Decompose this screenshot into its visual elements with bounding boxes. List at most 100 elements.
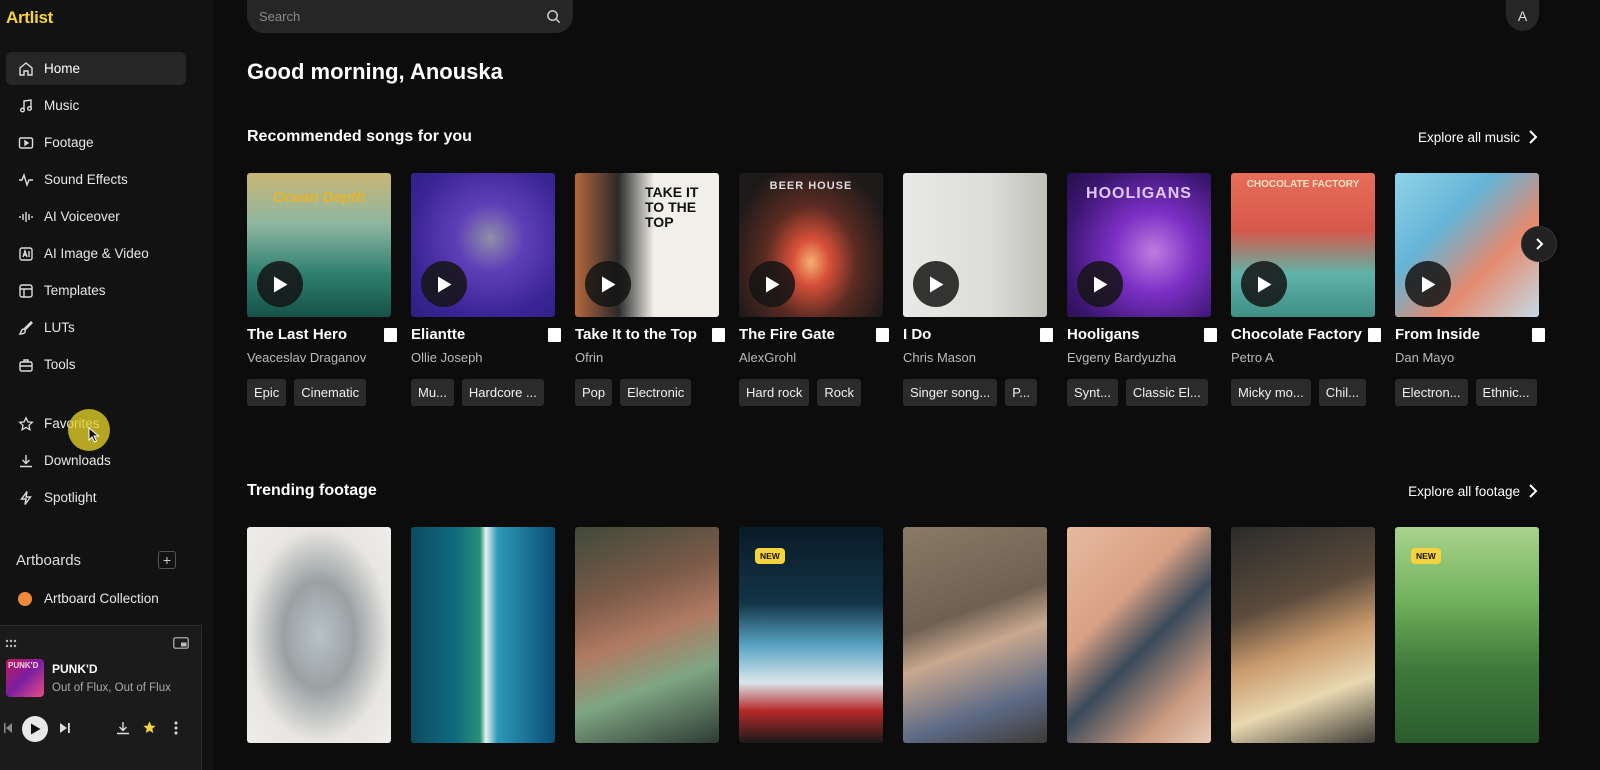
- next-track-icon[interactable]: [60, 722, 70, 734]
- footage-clip[interactable]: NEW: [739, 527, 883, 743]
- song-title[interactable]: From Inside: [1395, 326, 1480, 343]
- footage-clip[interactable]: NEW: [1395, 527, 1539, 743]
- genre-tag[interactable]: Mu...: [411, 379, 454, 406]
- track-title[interactable]: PUNK'D: [52, 662, 98, 676]
- carousel-next-button[interactable]: [1521, 226, 1557, 262]
- song-card[interactable]: Ocean Depth The Last Hero Veaceslav Drag…: [247, 173, 397, 406]
- select-checkbox[interactable]: [548, 328, 561, 342]
- song-title[interactable]: Take It to the Top: [575, 326, 697, 343]
- song-card[interactable]: TAKE IT TO THE TOP Take It to the Top Of…: [575, 173, 725, 406]
- play-pause-button[interactable]: [22, 716, 48, 742]
- select-checkbox[interactable]: [1204, 328, 1217, 342]
- play-button[interactable]: [421, 261, 467, 307]
- drag-grip-icon[interactable]: [5, 639, 17, 648]
- select-checkbox[interactable]: [1040, 328, 1053, 342]
- song-card[interactable]: I Do Chris Mason Singer song... P...: [903, 173, 1053, 406]
- song-title[interactable]: The Fire Gate: [739, 326, 835, 343]
- genre-tag[interactable]: Electron...: [1395, 379, 1468, 406]
- song-title[interactable]: Hooligans: [1067, 326, 1140, 343]
- song-card[interactable]: Eliantte Ollie Joseph Mu... Hardcore ...: [411, 173, 561, 406]
- nav-item-sound-effects[interactable]: Sound Effects: [6, 163, 186, 196]
- song-artist[interactable]: Veaceslav Draganov: [247, 350, 397, 365]
- song-artist[interactable]: AlexGrohl: [739, 350, 889, 365]
- song-artist[interactable]: Chris Mason: [903, 350, 1053, 365]
- explore-all-music-link[interactable]: Explore all music: [1418, 129, 1538, 145]
- genre-tag[interactable]: Chil...: [1318, 379, 1366, 406]
- song-artist[interactable]: Ofrin: [575, 350, 725, 365]
- song-artwork[interactable]: HOOLIGANS: [1067, 173, 1211, 317]
- search-input[interactable]: [259, 9, 546, 24]
- genre-tag[interactable]: P...: [1005, 379, 1038, 406]
- nav-item-spotlight[interactable]: Spotlight: [6, 481, 186, 514]
- nav-item-home[interactable]: Home: [6, 52, 186, 85]
- song-card[interactable]: CHOCOLATE FACTORY Chocolate Factory Petr…: [1231, 173, 1381, 406]
- play-button[interactable]: [1077, 261, 1123, 307]
- play-button[interactable]: [1405, 261, 1451, 307]
- artboard-collection-item[interactable]: Artboard Collection: [18, 591, 159, 606]
- genre-tag[interactable]: Classic El...: [1125, 379, 1208, 406]
- play-button[interactable]: [913, 261, 959, 307]
- genre-tag[interactable]: Singer song...: [903, 379, 998, 406]
- song-card[interactable]: HOOLIGANS Hooligans Evgeny Bardyuzha Syn…: [1067, 173, 1217, 406]
- genre-tag[interactable]: Pop: [575, 379, 613, 406]
- song-artwork[interactable]: CHOCOLATE FACTORY: [1231, 173, 1375, 317]
- footage-clip[interactable]: [903, 527, 1047, 743]
- select-checkbox[interactable]: [712, 328, 725, 342]
- footage-clip[interactable]: [575, 527, 719, 743]
- song-card[interactable]: BEER HOUSE The Fire Gate AlexGrohl Hard …: [739, 173, 889, 406]
- select-checkbox[interactable]: [876, 328, 889, 342]
- song-artwork[interactable]: BEER HOUSE: [739, 173, 883, 317]
- footage-clip[interactable]: [1231, 527, 1375, 743]
- song-title[interactable]: Chocolate Factory: [1231, 326, 1362, 343]
- play-button[interactable]: [585, 261, 631, 307]
- select-checkbox[interactable]: [384, 328, 397, 342]
- song-artist[interactable]: Petro A: [1231, 350, 1381, 365]
- nav-item-ai-voiceover[interactable]: AI Voiceover: [6, 200, 186, 233]
- explore-all-footage-link[interactable]: Explore all footage: [1408, 483, 1538, 499]
- genre-tag[interactable]: Electronic: [620, 379, 692, 406]
- artlist-logo[interactable]: Artlist: [6, 8, 53, 28]
- song-artwork[interactable]: [1395, 173, 1539, 317]
- nav-item-music[interactable]: Music: [6, 89, 186, 122]
- favorite-star-icon[interactable]: [142, 720, 157, 735]
- nav-item-luts[interactable]: LUTs: [6, 311, 186, 344]
- nav-item-footage[interactable]: Footage: [6, 126, 186, 159]
- genre-tag[interactable]: Ethnic...: [1475, 379, 1537, 406]
- song-artist[interactable]: Evgeny Bardyuzha: [1067, 350, 1217, 365]
- nav-item-templates[interactable]: Templates: [6, 274, 186, 307]
- genre-tag[interactable]: Cinematic: [294, 379, 367, 406]
- footage-clip[interactable]: [247, 527, 391, 743]
- song-artist[interactable]: Ollie Joseph: [411, 350, 561, 365]
- song-artwork[interactable]: Ocean Depth: [247, 173, 391, 317]
- genre-tag[interactable]: Hard rock: [739, 379, 810, 406]
- select-checkbox[interactable]: [1368, 328, 1381, 342]
- song-title[interactable]: Eliantte: [411, 326, 465, 343]
- play-button[interactable]: [749, 261, 795, 307]
- nav-item-tools[interactable]: Tools: [6, 348, 186, 381]
- picture-in-picture-icon[interactable]: [173, 637, 189, 649]
- genre-tag[interactable]: Micky mo...: [1231, 379, 1311, 406]
- add-artboard-button[interactable]: +: [158, 551, 176, 569]
- select-checkbox[interactable]: [1532, 328, 1545, 342]
- genre-tag[interactable]: Synt...: [1067, 379, 1118, 406]
- download-track-icon[interactable]: [116, 721, 130, 735]
- genre-tag[interactable]: Rock: [817, 379, 861, 406]
- song-card[interactable]: From Inside Dan Mayo Electron... Ethnic.…: [1395, 173, 1545, 406]
- search-icon[interactable]: [546, 9, 561, 24]
- song-artwork[interactable]: TAKE IT TO THE TOP: [575, 173, 719, 317]
- track-artist[interactable]: Out of Flux, Out of Flux: [52, 682, 171, 694]
- genre-tag[interactable]: Hardcore ...: [461, 379, 544, 406]
- song-artist[interactable]: Dan Mayo: [1395, 350, 1545, 365]
- genre-tag[interactable]: Epic: [247, 379, 287, 406]
- user-avatar[interactable]: A: [1506, 0, 1539, 31]
- song-title[interactable]: The Last Hero: [247, 326, 347, 343]
- nav-item-ai-image-video[interactable]: AI Image & Video: [6, 237, 186, 270]
- song-artwork[interactable]: [903, 173, 1047, 317]
- footage-clip[interactable]: [1067, 527, 1211, 743]
- previous-icon[interactable]: [4, 722, 12, 734]
- footage-clip[interactable]: [411, 527, 555, 743]
- song-artwork[interactable]: [411, 173, 555, 317]
- play-button[interactable]: [1241, 261, 1287, 307]
- play-button[interactable]: [257, 261, 303, 307]
- more-options-icon[interactable]: [174, 721, 178, 735]
